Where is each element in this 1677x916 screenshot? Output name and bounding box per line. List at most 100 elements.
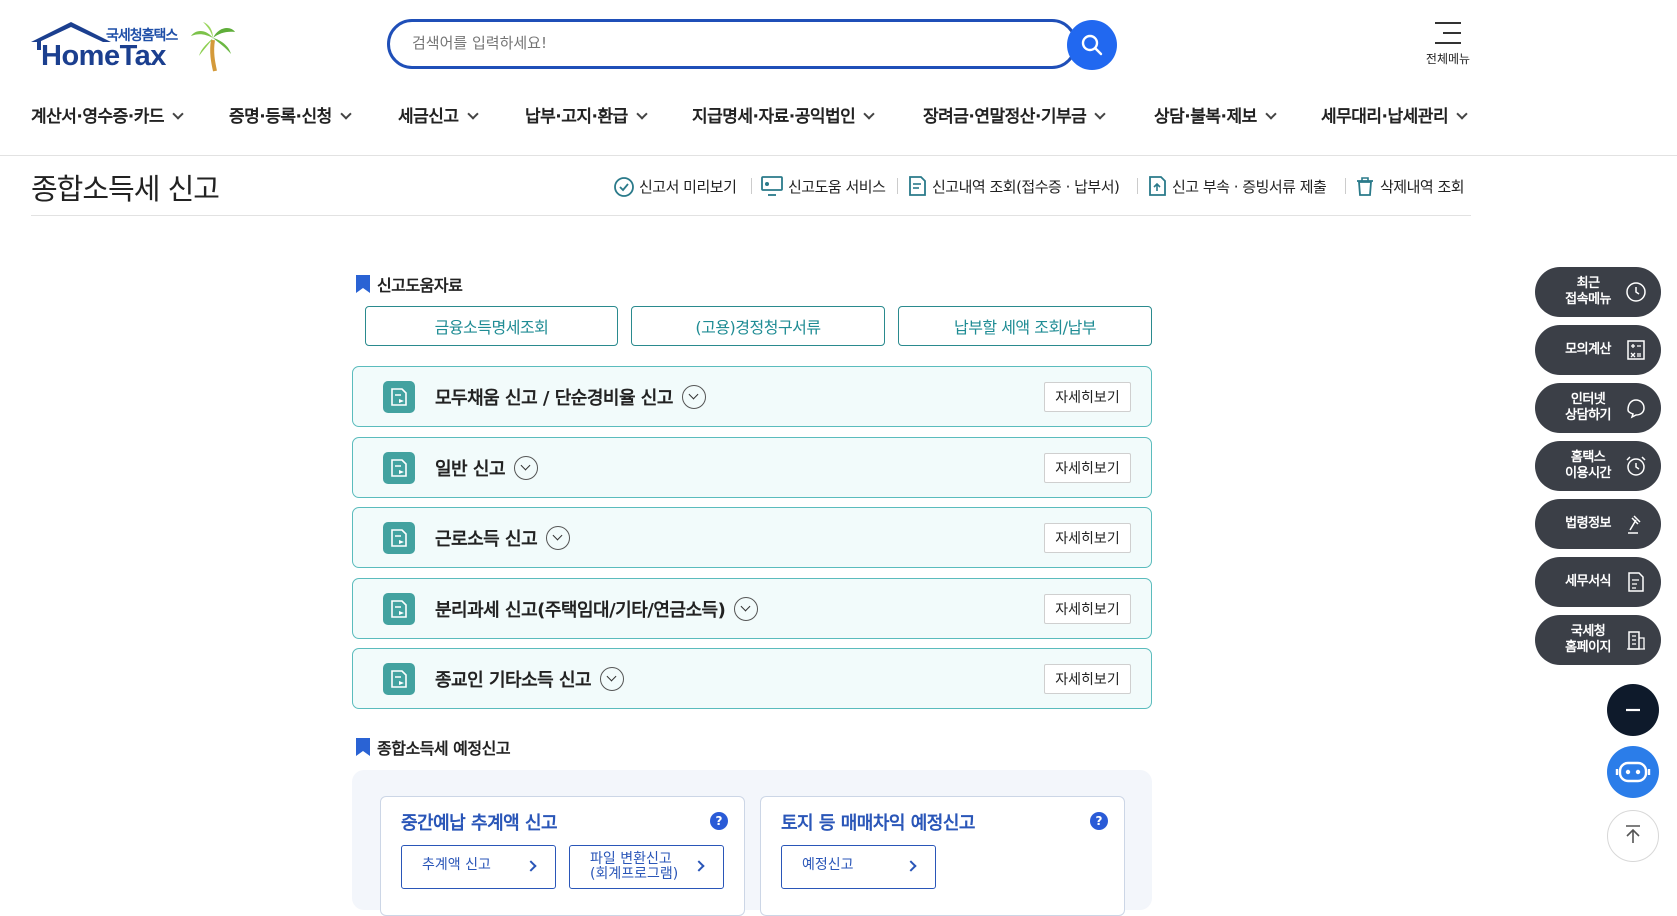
accordion-label: 종교인 기타소득 신고 bbox=[435, 670, 592, 691]
document-icon bbox=[383, 522, 415, 554]
document-list-icon bbox=[909, 176, 926, 196]
accordion-label: 일반 신고 bbox=[435, 459, 506, 480]
page-title: 종합소득세 신고 bbox=[31, 172, 220, 206]
quick-link-help-service[interactable]: 신고도움 서비스 bbox=[760, 175, 886, 197]
help-icon[interactable]: ? bbox=[710, 812, 728, 830]
detail-button[interactable]: 자세히보기 bbox=[1044, 594, 1131, 624]
search-icon bbox=[1081, 34, 1103, 56]
logo-main-text: HomeTax bbox=[41, 40, 166, 72]
estimated-amount-filing-button[interactable]: 추계액 신고 bbox=[401, 845, 556, 889]
chevron-down-icon[interactable] bbox=[514, 456, 539, 480]
chevron-down-icon bbox=[1265, 108, 1277, 120]
document-icon bbox=[383, 593, 415, 625]
bookmark-icon bbox=[356, 275, 370, 293]
collapse-quick-button[interactable] bbox=[1607, 684, 1659, 736]
palm-tree-icon bbox=[191, 22, 235, 72]
chevron-right-icon bbox=[525, 860, 537, 872]
chevron-down-icon[interactable] bbox=[734, 597, 759, 621]
quick-link-deleted[interactable]: 삭제내역 조회 bbox=[1354, 175, 1465, 197]
global-nav: 계산서·영수증·카드 증명·등록·신청 세금신고 납부·고지·환급 지급명세·자… bbox=[31, 102, 1476, 128]
search-input[interactable] bbox=[410, 33, 1010, 53]
document-icon bbox=[383, 381, 415, 413]
arrow-up-icon bbox=[1626, 825, 1640, 843]
detail-button[interactable]: 자세히보기 bbox=[1044, 382, 1131, 412]
quick-internet-consult[interactable]: 인터넷 상담하기 bbox=[1535, 383, 1661, 433]
chevron-down-icon[interactable] bbox=[681, 385, 706, 409]
card-interim-prepayment: 중간예납 추계액 신고 ? 추계액 신고 파일 변환신고 (회계프로그램) bbox=[380, 796, 745, 916]
accordion-separate-tax[interactable]: 분리과세 신고(주택임대/기타/연금소득) 자세히보기 bbox=[352, 578, 1152, 639]
chevron-down-icon[interactable] bbox=[600, 667, 625, 691]
quick-link-attachments[interactable]: 신고 부속 · 증빙서류 제출 bbox=[1146, 175, 1327, 197]
quick-separator bbox=[897, 178, 898, 194]
quick-separator bbox=[1137, 178, 1138, 194]
chevron-down-icon bbox=[340, 108, 352, 120]
search-box bbox=[387, 19, 1077, 69]
card-title: 토지 등 매매차익 예정신고 bbox=[781, 813, 975, 834]
all-menu-label: 전체메뉴 bbox=[1425, 52, 1471, 66]
quick-separator bbox=[751, 178, 752, 194]
gavel-icon bbox=[1628, 515, 1641, 534]
detail-button[interactable]: 자세히보기 bbox=[1044, 664, 1131, 694]
card-title: 중간예납 추계액 신고 bbox=[401, 813, 558, 834]
scroll-top-button[interactable] bbox=[1607, 810, 1659, 862]
accordion-earned-income[interactable]: 근로소득 신고 자세히보기 bbox=[352, 507, 1152, 568]
tax-payment-button[interactable]: 납부할 세액 조회/납부 bbox=[898, 306, 1152, 346]
chevron-down-icon bbox=[636, 108, 648, 120]
document-icon bbox=[383, 452, 415, 484]
building-icon bbox=[1627, 631, 1645, 650]
minus-icon bbox=[1626, 708, 1640, 712]
gnb-item-tax-filing[interactable]: 세금신고 bbox=[398, 102, 479, 127]
search-button[interactable] bbox=[1067, 20, 1117, 70]
quick-nts-homepage[interactable]: 국세청 홈페이지 bbox=[1535, 615, 1661, 665]
gnb-item-statements[interactable]: 지급명세·자료·공익법인 bbox=[692, 102, 875, 127]
chevron-down-icon bbox=[466, 108, 479, 120]
detail-button[interactable]: 자세히보기 bbox=[1044, 523, 1131, 553]
chatbot-button[interactable] bbox=[1607, 746, 1659, 798]
quick-law-info[interactable]: 법령정보 bbox=[1535, 499, 1661, 549]
header-divider bbox=[0, 155, 1677, 156]
chevron-down-icon bbox=[863, 108, 875, 120]
quick-tax-forms[interactable]: 세무서식 bbox=[1535, 557, 1661, 607]
gnb-item-agent[interactable]: 세무대리·납세관리 bbox=[1321, 102, 1468, 127]
all-menu-button[interactable]: 전체메뉴 bbox=[1418, 22, 1478, 67]
trash-icon bbox=[1357, 177, 1373, 196]
clock-icon bbox=[1626, 282, 1646, 302]
gnb-item-certificate[interactable]: 증명·등록·신청 bbox=[229, 102, 352, 127]
quick-mock-calc[interactable]: 모의계산 bbox=[1535, 325, 1661, 375]
section-heading-estimated: 종합소득세 예정신고 bbox=[356, 735, 511, 759]
estimated-filing-button[interactable]: 예정신고 bbox=[781, 845, 936, 889]
correction-claim-button[interactable]: (고용)경정청구서류 bbox=[631, 306, 885, 346]
section-heading-help: 신고도움자료 bbox=[356, 272, 463, 296]
chevron-down-icon bbox=[172, 108, 184, 120]
quick-service-hours[interactable]: 홈택스 이용시간 bbox=[1535, 441, 1661, 491]
quick-separator bbox=[1345, 178, 1346, 194]
monitor-icon bbox=[761, 176, 783, 196]
accordion-simple-filing[interactable]: 모두채움 신고 / 단순경비율 신고 자세히보기 bbox=[352, 366, 1152, 427]
alarm-icon bbox=[1626, 456, 1646, 476]
gnb-item-consult[interactable]: 상담·불복·제보 bbox=[1154, 102, 1277, 127]
document-icon bbox=[383, 663, 415, 695]
bookmark-icon bbox=[356, 738, 370, 756]
document-upload-icon bbox=[1149, 176, 1166, 196]
gnb-item-payment[interactable]: 납부·고지·환급 bbox=[525, 102, 648, 127]
file-conversion-filing-button[interactable]: 파일 변환신고 (회계프로그램) bbox=[569, 845, 724, 889]
quick-recent-menu[interactable]: 최근 접속메뉴 bbox=[1535, 267, 1661, 317]
chevron-right-icon bbox=[905, 860, 917, 872]
gnb-item-incentive[interactable]: 장려금·연말정산·기부금 bbox=[923, 102, 1106, 127]
quick-link-history[interactable]: 신고내역 조회(접수증 · 납부서) bbox=[906, 175, 1120, 197]
financial-income-button[interactable]: 금융소득명세조회 bbox=[365, 306, 618, 346]
accordion-religious-income[interactable]: 종교인 기타소득 신고 자세히보기 bbox=[352, 648, 1152, 709]
accordion-label: 근로소득 신고 bbox=[435, 529, 538, 550]
detail-button[interactable]: 자세히보기 bbox=[1044, 453, 1131, 483]
help-icon[interactable]: ? bbox=[1090, 812, 1108, 830]
quick-link-preview[interactable]: 신고서 미리보기 bbox=[613, 175, 737, 197]
card-land-trade-gain: 토지 등 매매차익 예정신고 ? 예정신고 bbox=[760, 796, 1125, 916]
chevron-down-icon[interactable] bbox=[546, 526, 571, 550]
hometax-logo[interactable]: 국세청홈택스 HomeTax bbox=[31, 20, 241, 72]
chevron-down-icon bbox=[1094, 108, 1106, 120]
calculator-icon bbox=[1627, 340, 1645, 360]
accordion-general-filing[interactable]: 일반 신고 자세히보기 bbox=[352, 437, 1152, 498]
accordion-label: 분리과세 신고(주택임대/기타/연금소득) bbox=[435, 600, 726, 621]
form-icon bbox=[1628, 572, 1644, 592]
gnb-item-invoice[interactable]: 계산서·영수증·카드 bbox=[31, 102, 184, 127]
